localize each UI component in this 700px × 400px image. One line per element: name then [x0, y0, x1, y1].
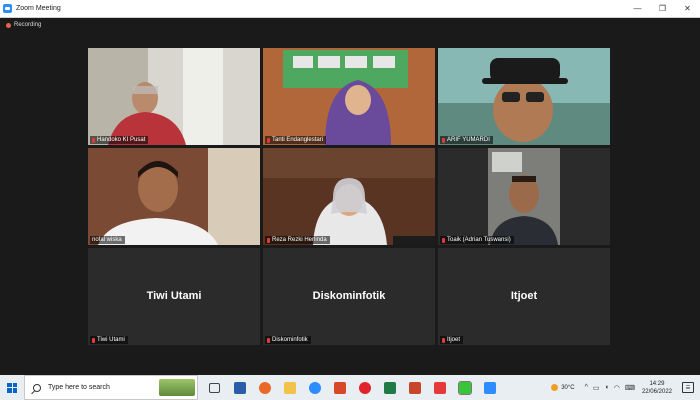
task-view-icon[interactable] — [202, 375, 227, 400]
file-explorer-icon[interactable] — [277, 375, 302, 400]
recording-dot-icon — [6, 22, 11, 28]
participant-video — [438, 48, 610, 145]
search-icon — [33, 383, 41, 392]
participant-nametag: Toaik (Adrian Tuswansi) — [440, 236, 514, 244]
window-controls: — ❐ ✕ — [625, 0, 700, 17]
muted-mic-icon — [442, 337, 445, 343]
weather-widget[interactable]: 30°C — [551, 384, 575, 391]
participant-nametag: nofal wiska — [90, 236, 125, 244]
start-button[interactable] — [0, 375, 24, 400]
zoom-app-icon[interactable] — [477, 375, 502, 400]
participant-name: Tiwi Utami — [97, 337, 125, 343]
network-icon[interactable]: ◠ — [614, 384, 620, 392]
participant-video — [263, 48, 435, 145]
excel-icon[interactable] — [377, 375, 402, 400]
participant-display-name: Itjoet — [510, 290, 538, 302]
zoom-icon[interactable] — [302, 375, 327, 400]
recording-indicator[interactable]: Recording — [6, 22, 41, 28]
muted-mic-icon — [267, 337, 270, 343]
taskbar-search-box[interactable]: Type here to search — [24, 375, 198, 400]
video-tile[interactable]: ARIF YUMARDI — [438, 48, 610, 145]
close-button[interactable]: ✕ — [675, 0, 700, 17]
video-tile[interactable]: Reza Rezki Herlinda — [263, 148, 435, 245]
participant-name: ARIF YUMARDI — [447, 137, 490, 143]
wps-icon[interactable] — [427, 375, 452, 400]
participant-name: Tanti Endanglestari — [272, 137, 324, 143]
weather-temp: 30°C — [561, 384, 575, 391]
clock-date: 22/06/2022 — [641, 388, 672, 395]
participant-display-name: Tiwi Utami — [146, 290, 202, 302]
participant-display-name: Diskominfotik — [312, 290, 386, 302]
battery-icon[interactable]: ▭ — [593, 384, 600, 392]
title-bar: Zoom Meeting — ❐ ✕ — [0, 0, 700, 18]
participant-name: Reza Rezki Herlinda — [272, 237, 327, 243]
participant-video — [438, 148, 610, 245]
video-tile[interactable]: Tanti Endanglestari — [263, 48, 435, 145]
maximize-button[interactable]: ❐ — [650, 0, 675, 17]
search-highlight-image — [159, 379, 195, 396]
language-icon[interactable]: ⌨ — [625, 384, 635, 392]
participant-nametag: Itjoet — [440, 336, 464, 344]
taskbar-clock[interactable]: 14:29 22/06/2022 — [642, 380, 672, 396]
office-icon[interactable] — [327, 375, 352, 400]
system-tray: 30°C ^ ▭ ◖ ◠ ⌨ 14:29 22/06/2022 ☰ — [551, 375, 700, 400]
opera-icon[interactable] — [352, 375, 377, 400]
participant-video — [88, 48, 260, 145]
muted-mic-icon — [92, 137, 95, 143]
minimize-button[interactable]: — — [625, 0, 650, 17]
windows-logo-icon — [7, 382, 17, 393]
participant-name: Itjoet — [447, 337, 461, 343]
participant-nametag: Diskominfotik — [265, 336, 311, 344]
participant-name: Toaik (Adrian Tuswansi) — [447, 237, 511, 243]
participant-nametag: Reza Rezki Herlinda — [265, 236, 330, 244]
participant-name: Handoko KI Pusat — [97, 137, 146, 143]
word-icon[interactable] — [227, 375, 252, 400]
participant-video — [263, 148, 435, 245]
muted-mic-icon — [442, 237, 445, 243]
pinned-apps — [202, 375, 502, 400]
window-title: Zoom Meeting — [16, 5, 61, 12]
participant-nametag: Tiwi Utami — [90, 336, 128, 344]
participant-nametag: Handoko KI Pusat — [90, 136, 149, 144]
muted-mic-icon — [92, 337, 95, 343]
powerpoint-icon[interactable] — [402, 375, 427, 400]
zoom-logo-icon — [3, 4, 12, 13]
muted-mic-icon — [267, 137, 270, 143]
windows-taskbar: Type here to search 30°C ^ ▭ ◖ ◠ ⌨ 14:29… — [0, 375, 700, 400]
participant-name: nofal wiska — [92, 237, 122, 243]
video-tile-no-video[interactable]: Itjoet Itjoet — [438, 248, 610, 345]
muted-mic-icon — [267, 237, 270, 243]
participant-video — [88, 148, 260, 245]
participant-name: Diskominfotik — [272, 337, 308, 343]
video-tile[interactable]: Toaik (Adrian Tuswansi) — [438, 148, 610, 245]
clock-time: 14:29 — [649, 380, 665, 387]
participant-nametag: ARIF YUMARDI — [440, 136, 493, 144]
video-tile-no-video[interactable]: Diskominfotik Diskominfotik — [263, 248, 435, 345]
muted-mic-icon — [442, 137, 445, 143]
video-tile[interactable]: Handoko KI Pusat — [88, 48, 260, 145]
search-placeholder: Type here to search — [48, 384, 110, 391]
recording-label: Recording — [14, 22, 42, 28]
sun-icon — [551, 384, 559, 391]
video-tile-active-speaker[interactable]: nofal wiska — [88, 148, 260, 245]
notification-icon[interactable]: ☰ — [682, 382, 694, 393]
participant-nametag: Tanti Endanglestari — [265, 136, 327, 144]
chevron-up-icon[interactable]: ^ — [585, 384, 588, 391]
firefox-icon[interactable] — [252, 375, 277, 400]
volume-icon[interactable]: ◖ — [605, 384, 609, 391]
video-tile-no-video[interactable]: Tiwi Utami Tiwi Utami — [88, 248, 260, 345]
line-icon[interactable] — [452, 375, 477, 400]
